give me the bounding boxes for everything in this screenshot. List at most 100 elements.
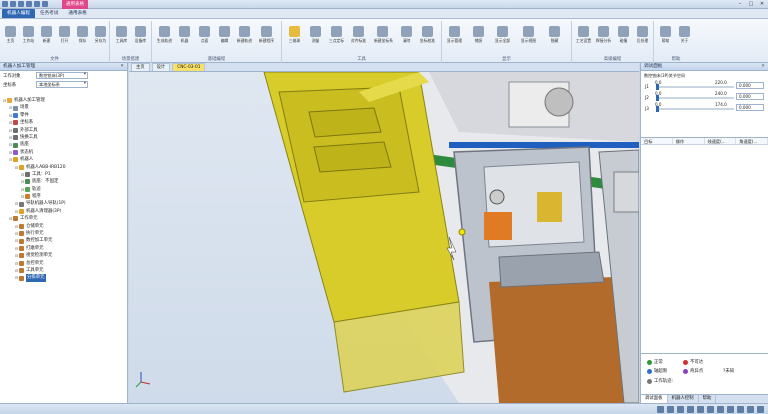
tree-node[interactable]: ⊟ 工作单元 <box>0 215 127 222</box>
tree-node[interactable]: ⊟ 机器人清理器(3P) <box>0 208 127 215</box>
tree-node[interactable]: ⊟ 数控加工单元 <box>0 237 127 244</box>
save-button[interactable]: 保存 <box>74 24 91 52</box>
tree-node[interactable]: ⊟ 打磨单元 <box>0 245 127 252</box>
clear-button[interactable]: 清除 <box>398 24 415 52</box>
work-object-select[interactable]: 数控铣床(3P) <box>36 72 88 79</box>
tree-node[interactable]: ⊟ 状态机 <box>0 149 127 156</box>
new-coordinate-button[interactable]: 新建坐标系 <box>374 24 393 52</box>
weld-analysis-button[interactable]: 焊接分析 <box>595 24 612 52</box>
doc-tab-design[interactable]: 设计 <box>151 63 171 71</box>
tree-node[interactable]: ⊟ 底座：不固定 <box>0 178 127 185</box>
tree-node[interactable]: ⊟ 坐标系 <box>0 119 127 126</box>
joint-slider-track[interactable] <box>656 108 734 110</box>
tree-node[interactable]: ⊟ 工具：P1 <box>0 171 127 178</box>
tab-robot-programming[interactable]: 机器人编程 <box>2 9 35 18</box>
align-button[interactable]: 对齐标准 <box>350 24 367 52</box>
new-button[interactable]: 新建 <box>38 24 55 52</box>
3d-ball-button[interactable]: 三维球 <box>286 24 303 52</box>
app-logo-icon[interactable] <box>2 1 8 7</box>
tree-node[interactable]: ⊟ 执行单元 <box>0 230 127 237</box>
new-program-button[interactable]: 新建程序 <box>258 24 275 52</box>
joint-value-input[interactable]: 0.000 <box>736 82 764 89</box>
tree-node[interactable]: ⊟ 仓储单元 <box>0 223 127 230</box>
tree-node[interactable]: ⊟ 机器人加工管理 <box>0 97 127 104</box>
pan-icon[interactable] <box>697 406 704 413</box>
close-icon[interactable]: ✕ <box>758 1 766 7</box>
workstation-button[interactable]: 工作站 <box>20 24 37 52</box>
joint-slider-track[interactable] <box>656 86 734 88</box>
show-view-button[interactable]: 显示视图 <box>520 24 537 52</box>
top-view-icon[interactable] <box>717 406 724 413</box>
open-button[interactable]: 打开 <box>56 24 73 52</box>
settings-icon[interactable] <box>757 406 764 413</box>
tool-library-button[interactable]: 工具库 <box>113 24 130 52</box>
post-process-button[interactable]: 后处理 <box>634 24 651 52</box>
help-button[interactable]: 帮助 <box>657 24 674 52</box>
tree-node[interactable]: ⊟ 机器人 <box>0 156 127 163</box>
fit-view-icon[interactable] <box>677 406 684 413</box>
tab-debug-panel[interactable]: 调试面板 <box>641 395 668 403</box>
show-all-button[interactable]: 显示全部 <box>494 24 511 52</box>
tab-general-table[interactable]: 通用表格 <box>63 9 91 18</box>
tree-node[interactable]: ⊟ 程序 <box>0 193 127 200</box>
tree-node[interactable]: ⊟ 视觉检测单元 <box>0 252 127 259</box>
open-icon[interactable] <box>26 1 32 7</box>
edit-button[interactable]: 编辑 <box>216 24 233 52</box>
save-as-button[interactable]: 另存为 <box>92 24 109 52</box>
generate-path-button[interactable]: 生成轨迹 <box>156 24 173 52</box>
zoom-in-icon[interactable] <box>657 406 664 413</box>
zoom-out-icon[interactable] <box>667 406 674 413</box>
tree-node[interactable]: ⊟ 总控单元 <box>0 260 127 267</box>
render-mode-icon[interactable] <box>747 406 754 413</box>
about-button[interactable]: 关于 <box>676 24 693 52</box>
side-view-icon[interactable] <box>727 406 734 413</box>
joint-slider-handle[interactable] <box>656 106 659 112</box>
tab-task-exam[interactable]: 任务考试 <box>35 9 63 18</box>
rotate-icon[interactable] <box>687 406 694 413</box>
three-point-calib-button[interactable]: 三点定标 <box>328 24 345 52</box>
snap-button[interactable]: 捕捉 <box>470 24 487 52</box>
joint-value-input[interactable]: 0.000 <box>736 104 764 111</box>
redo-icon[interactable] <box>42 1 48 7</box>
display-manage-button[interactable]: 显示管理 <box>446 24 463 52</box>
undo-icon[interactable] <box>34 1 40 7</box>
tree-node[interactable]: ⊟ 底座 <box>0 141 127 148</box>
collision-button[interactable]: 碰撞 <box>615 24 632 52</box>
tab-help[interactable]: 帮助 <box>699 395 717 403</box>
new-path-button[interactable]: 新建轨迹 <box>236 24 253 52</box>
minimize-icon[interactable]: – <box>736 1 744 7</box>
save-icon[interactable] <box>10 1 16 7</box>
maximize-icon[interactable]: □ <box>747 1 755 7</box>
tab-robot-control[interactable]: 机器人控制 <box>668 395 699 403</box>
doc-tab-cnc[interactable]: CNC-03-01 <box>172 63 206 71</box>
coordinate-calib-button[interactable]: 坐标校准 <box>419 24 436 52</box>
tree-node[interactable]: ⊟ 外部工具 <box>0 127 127 134</box>
machine-button[interactable]: 机器 <box>176 24 193 52</box>
new-icon[interactable] <box>18 1 24 7</box>
hide-button[interactable]: 隐藏 <box>546 24 563 52</box>
tree-node[interactable]: ⊟ 轨迹 <box>0 186 127 193</box>
joint-slider-track[interactable] <box>656 97 734 99</box>
process-settings-button[interactable]: 工艺设置 <box>575 24 592 52</box>
tree-node[interactable]: ⊟ 零件 <box>0 112 127 119</box>
point-face-button[interactable]: 点面 <box>196 24 213 52</box>
tree-node[interactable]: ⊟ 工具单元 <box>0 267 127 274</box>
doc-tab-home[interactable]: 主页 <box>131 63 150 71</box>
measure-button[interactable]: 测量 <box>307 24 324 52</box>
front-view-icon[interactable] <box>707 406 714 413</box>
tree-node[interactable]: ⊟ 导轨机器人导轨(1P) <box>0 200 127 207</box>
tree-node[interactable]: ⊟ 机器人ABB-IRB120 <box>0 164 127 171</box>
joint-value-input[interactable]: 0.000 <box>736 93 764 100</box>
device-library-button[interactable]: 设备库 <box>132 24 149 52</box>
coordinate-select[interactable]: 本地坐标系 <box>36 81 88 88</box>
iso-view-icon[interactable] <box>737 406 744 413</box>
tree-node[interactable]: ⊟ 场景 <box>0 104 127 111</box>
3d-viewport[interactable] <box>129 72 639 403</box>
close-panel-icon[interactable]: ✕ <box>761 63 765 71</box>
tree-node[interactable]: ⊟ 分拣单元 <box>0 274 127 282</box>
joint-slider-handle[interactable] <box>656 84 659 90</box>
tree-node[interactable]: ⊟ 快换工具 <box>0 134 127 141</box>
joint-slider-handle[interactable] <box>656 95 659 101</box>
close-panel-icon[interactable]: ✕ <box>120 63 124 71</box>
home-button[interactable]: 主页 <box>2 24 19 52</box>
